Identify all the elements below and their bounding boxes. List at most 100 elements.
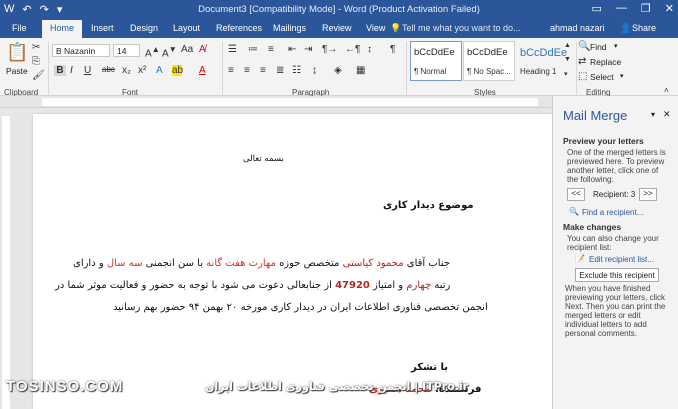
- vertical-ruler[interactable]: [0, 108, 12, 409]
- decrease-indent-icon[interactable]: ⇤: [288, 44, 296, 55]
- restore-icon[interactable]: ❐: [641, 2, 651, 15]
- style-normal[interactable]: bCcDdEe ¶ Normal: [410, 41, 462, 81]
- format-painter-icon[interactable]: 🖌: [32, 70, 45, 81]
- ribbon-display-options-icon[interactable]: ▭: [592, 2, 602, 15]
- pane-title: Mail Merge: [563, 108, 628, 123]
- changes-heading: Make changes: [563, 222, 622, 232]
- copy-icon[interactable]: ⎘: [32, 56, 40, 67]
- ribbon-home: 📋 Paste ✂ ⎘ 🖌 Clipboard B Nazanin 14 A▲ …: [0, 38, 678, 97]
- next-recipient-button[interactable]: >>: [639, 188, 657, 201]
- style-name: ¶ No Spac...: [467, 67, 511, 76]
- style-heading-1[interactable]: bCcDdEe Heading 1: [516, 41, 568, 81]
- finish-text: When you have finished previewing your l…: [565, 284, 666, 338]
- bullets-icon[interactable]: ☰: [228, 44, 237, 55]
- styles-scroll-down-icon[interactable]: ▼: [564, 56, 571, 63]
- tab-file[interactable]: File: [12, 23, 27, 33]
- center-icon[interactable]: ≡: [244, 65, 250, 76]
- tab-home[interactable]: Home: [42, 20, 83, 38]
- styles-more-icon[interactable]: ▾: [564, 70, 568, 78]
- select-button[interactable]: Select: [590, 72, 614, 82]
- find-recipient-link[interactable]: Find a recipient...: [582, 208, 643, 217]
- tell-me-box[interactable]: Tell me what you want to do...: [402, 23, 521, 33]
- increase-indent-icon[interactable]: ⇥: [304, 44, 312, 55]
- minimize-icon[interactable]: —: [616, 2, 627, 15]
- merge-field-name: محمود کیاستی: [342, 258, 404, 269]
- pane-options-icon[interactable]: ▾: [651, 110, 655, 119]
- window-controls: ▭ — ❐ ✕: [592, 2, 675, 15]
- doc-header: بسمه تعالی: [243, 154, 284, 164]
- previous-recipient-button[interactable]: <<: [567, 188, 585, 201]
- tab-insert[interactable]: Insert: [91, 23, 114, 33]
- doc-thanks: با تشکر: [411, 362, 448, 373]
- font-size-select[interactable]: 14: [113, 44, 140, 57]
- user-name[interactable]: ahmad nazari: [550, 23, 605, 33]
- find-button[interactable]: Find: [590, 42, 607, 52]
- tab-design[interactable]: Design: [130, 23, 158, 33]
- justify-icon[interactable]: ≣: [276, 65, 284, 76]
- window-title: Document3 [Compatibility Mode] - Word (P…: [198, 4, 480, 15]
- text-effects-icon[interactable]: A: [156, 65, 163, 76]
- merge-field-score: 47920: [335, 280, 370, 291]
- select-dropdown-icon[interactable]: ▾: [620, 72, 624, 80]
- style-name: Heading 1: [520, 67, 557, 76]
- watermark: TOSINSO.COM ITPro.ir | انجمن تخصصی فناور…: [0, 376, 552, 400]
- font-color-icon[interactable]: A: [199, 65, 206, 76]
- document-page[interactable]: بسمه تعالی موضوع دیدار کاری جناب آقای مح…: [33, 114, 552, 409]
- style-sample: bCcDdEe: [414, 47, 455, 58]
- edit-recipient-list-link[interactable]: Edit recipient list...: [589, 255, 654, 264]
- text: و امتیاز: [369, 280, 407, 291]
- multilevel-list-icon[interactable]: ≡: [268, 44, 274, 55]
- style-no-spacing[interactable]: bCcDdEe ¶ No Spac...: [463, 41, 515, 81]
- strikethrough-button[interactable]: abc: [102, 65, 115, 74]
- align-left-icon[interactable]: ≡: [228, 65, 234, 76]
- superscript-button[interactable]: x²: [138, 65, 146, 76]
- tab-view[interactable]: View: [366, 23, 385, 33]
- share-button[interactable]: Share: [632, 23, 656, 33]
- change-case-icon[interactable]: Aa: [181, 44, 193, 55]
- select-icon: ⬚: [578, 71, 588, 82]
- tab-layout[interactable]: Layout: [173, 23, 200, 33]
- styles-scroll-up-icon[interactable]: ▲: [564, 42, 571, 49]
- align-right-icon[interactable]: ≡: [260, 65, 266, 76]
- subscript-button[interactable]: x₂: [122, 65, 131, 76]
- horizontal-ruler[interactable]: [0, 96, 552, 108]
- sort-icon[interactable]: ↕: [367, 44, 372, 55]
- close-icon[interactable]: ✕: [665, 2, 674, 15]
- recipient-counter: Recipient: 3: [593, 190, 636, 199]
- grow-font-icon[interactable]: A▲: [145, 44, 160, 59]
- find-dropdown-icon[interactable]: ▾: [614, 42, 618, 50]
- style-name: ¶ Normal: [414, 67, 447, 76]
- italic-button[interactable]: I: [70, 65, 73, 76]
- paste-icon[interactable]: 📋: [6, 42, 28, 64]
- rtl-direction-icon[interactable]: ←¶: [345, 44, 360, 55]
- numbering-icon[interactable]: ≔: [248, 44, 258, 55]
- distributed-icon[interactable]: ☷: [292, 65, 301, 76]
- tab-mailings[interactable]: Mailings: [273, 23, 306, 33]
- cut-icon[interactable]: ✂: [32, 42, 40, 53]
- ltr-direction-icon[interactable]: ¶→: [322, 44, 337, 55]
- tab-review[interactable]: Review: [322, 23, 352, 33]
- borders-icon[interactable]: ▦: [356, 65, 365, 76]
- shading-icon[interactable]: ◈: [334, 65, 342, 76]
- font-name-select[interactable]: B Nazanin: [52, 44, 110, 57]
- show-marks-icon[interactable]: ¶: [390, 44, 395, 55]
- shrink-font-icon[interactable]: A▼: [162, 44, 177, 59]
- text: متخصص حوزه: [275, 258, 343, 269]
- line-spacing-icon[interactable]: ↨: [312, 65, 317, 76]
- document-area: بسمه تعالی موضوع دیدار کاری جناب آقای مح…: [0, 96, 552, 409]
- bold-button[interactable]: B: [54, 65, 66, 76]
- pane-close-icon[interactable]: ✕: [663, 109, 671, 120]
- divider: [48, 42, 49, 96]
- text: با سن انجمنی: [142, 258, 207, 269]
- tab-references[interactable]: References: [216, 23, 262, 33]
- highlight-icon[interactable]: ab: [172, 65, 183, 76]
- replace-button[interactable]: Replace: [590, 57, 621, 67]
- lightbulb-icon: 💡: [390, 23, 402, 33]
- collapse-ribbon-icon[interactable]: ˄: [664, 86, 669, 95]
- share-icon: 👤: [620, 23, 632, 33]
- find-recipient-icon: 🔍: [569, 207, 579, 216]
- paste-button[interactable]: Paste: [6, 66, 28, 76]
- exclude-recipient-button[interactable]: Exclude this recipient: [575, 268, 659, 282]
- clear-formatting-icon[interactable]: A̸: [199, 44, 206, 55]
- underline-button[interactable]: U: [84, 65, 91, 76]
